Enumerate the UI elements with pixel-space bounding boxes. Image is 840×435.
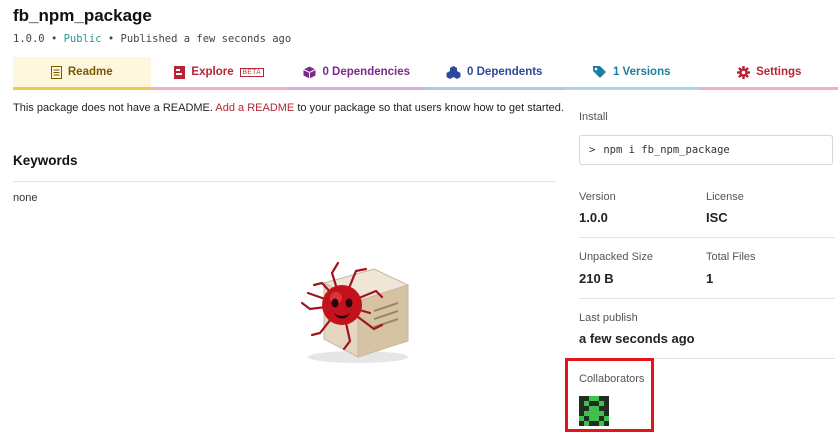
collaborators-highlight-box bbox=[565, 358, 654, 432]
cubes-icon bbox=[446, 65, 461, 79]
tab-dependencies[interactable]: 0 Dependencies bbox=[288, 57, 426, 90]
tab-dependents[interactable]: 0 Dependents bbox=[425, 57, 563, 90]
malware-package-illustration bbox=[290, 255, 420, 365]
readme-message: This package does not have a README. Add… bbox=[13, 102, 564, 114]
version-value: 1.0.0 bbox=[579, 210, 608, 225]
readme-doc-icon bbox=[50, 65, 62, 79]
package-version: 1.0.0 bbox=[13, 33, 45, 45]
tab-label: Readme bbox=[67, 66, 113, 78]
tab-label: Explore bbox=[191, 66, 234, 78]
readme-missing-text: This package does not have a README. bbox=[13, 102, 213, 114]
install-command-box[interactable]: > npm i fb_npm_package bbox=[579, 135, 833, 165]
unpacked-size-value: 210 B bbox=[579, 271, 614, 286]
tab-label: 0 Dependents bbox=[467, 66, 543, 78]
keywords-value: none bbox=[13, 192, 38, 204]
tab-label: 1 Versions bbox=[612, 66, 671, 78]
meta-separator: • bbox=[50, 33, 58, 45]
tab-label: Settings bbox=[756, 66, 802, 78]
total-files-label: Total Files bbox=[706, 251, 756, 263]
license-value: ISC bbox=[706, 210, 728, 225]
package-tabs: Readme Explore BETA 0 Dependencies 0 Dep… bbox=[13, 57, 838, 90]
tab-label: 0 Dependencies bbox=[322, 66, 411, 78]
install-label: Install bbox=[579, 111, 608, 123]
cube-icon bbox=[303, 66, 317, 79]
tab-readme[interactable]: Readme bbox=[13, 57, 151, 90]
divider bbox=[579, 298, 835, 299]
tag-icon bbox=[592, 66, 607, 78]
divider bbox=[579, 237, 835, 238]
package-title: fb_npm_package bbox=[13, 6, 152, 25]
total-files-value: 1 bbox=[706, 271, 714, 286]
license-label: License bbox=[706, 191, 744, 203]
install-command: npm i fb_npm_package bbox=[603, 144, 730, 156]
tab-versions[interactable]: 1 Versions bbox=[563, 57, 701, 90]
readme-hint-text: to your package so that users know how t… bbox=[297, 102, 564, 114]
version-label: Version bbox=[579, 191, 616, 203]
last-publish-value: a few seconds ago bbox=[579, 331, 695, 346]
add-readme-link[interactable]: Add a README bbox=[215, 102, 294, 114]
prompt-chevron-icon: > bbox=[589, 144, 596, 156]
beta-badge: BETA bbox=[239, 67, 265, 77]
tab-settings[interactable]: Settings bbox=[700, 57, 838, 90]
meta-separator: • bbox=[107, 33, 115, 45]
tab-explore[interactable]: Explore BETA bbox=[150, 57, 288, 90]
visibility-badge: Public bbox=[63, 33, 102, 45]
gear-icon bbox=[737, 65, 751, 79]
keywords-heading: Keywords bbox=[13, 153, 78, 168]
published-time: Published a few seconds ago bbox=[120, 33, 292, 45]
last-publish-label: Last publish bbox=[579, 312, 638, 324]
package-meta: 1.0.0 • Public • Published a few seconds… bbox=[13, 33, 291, 45]
unpacked-size-label: Unpacked Size bbox=[579, 251, 653, 263]
divider bbox=[13, 181, 556, 182]
explore-box-icon bbox=[174, 65, 186, 79]
